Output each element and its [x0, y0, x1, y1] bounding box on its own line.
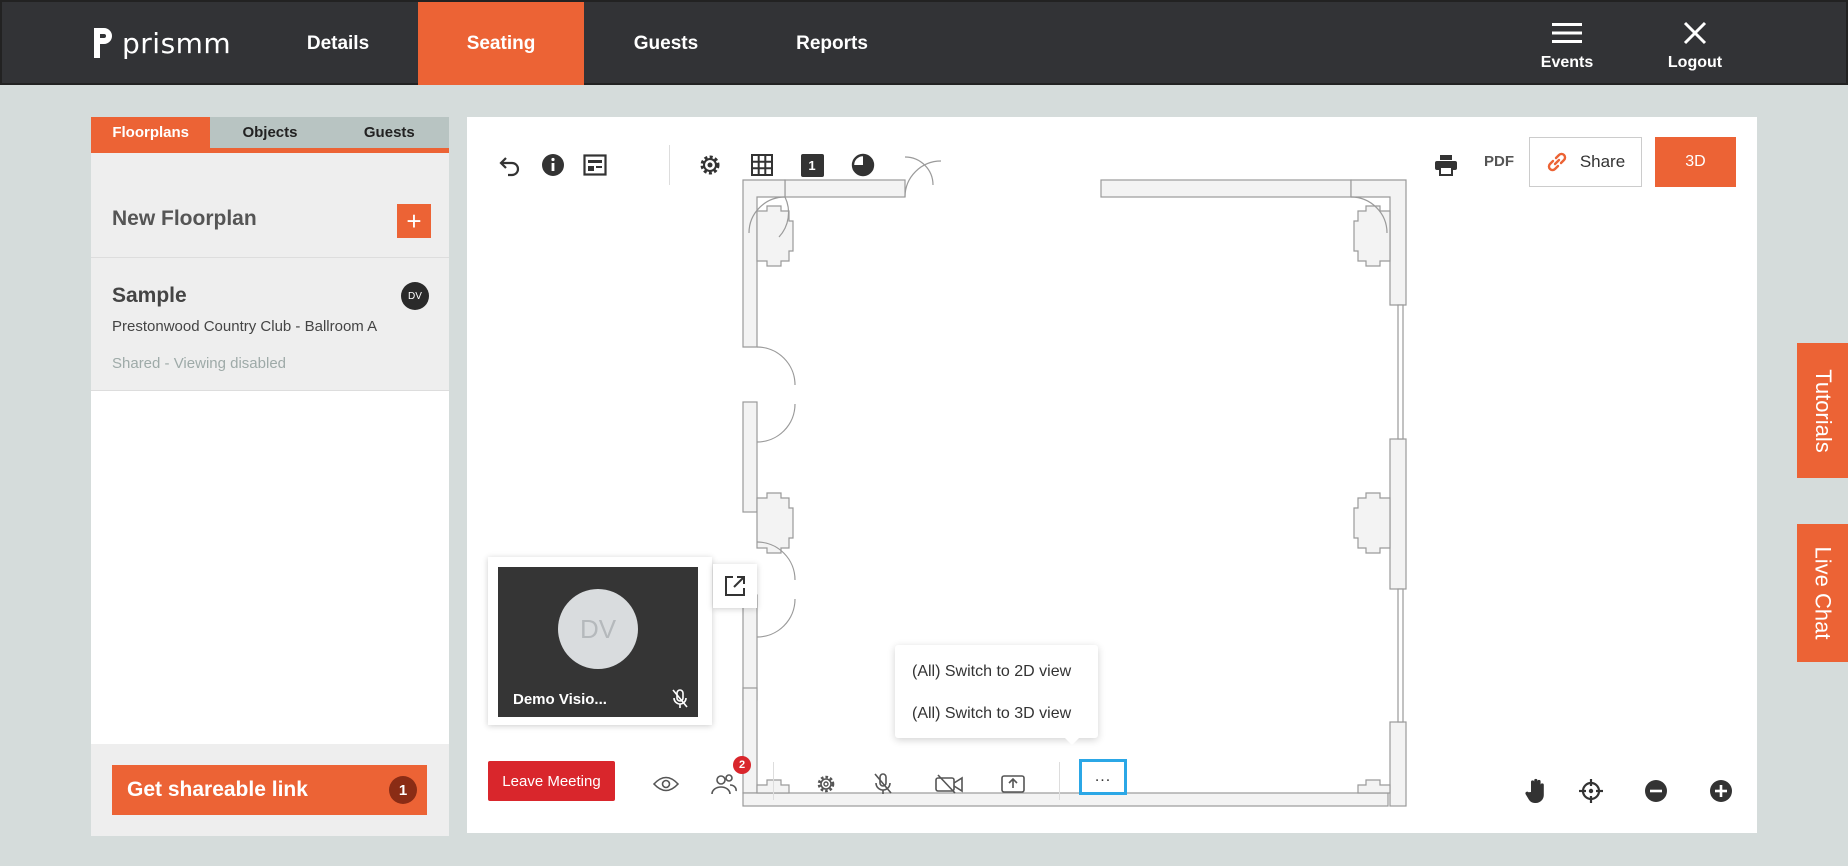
- hamburger-menu-icon: [1512, 18, 1622, 48]
- events-button[interactable]: Events: [1512, 18, 1622, 72]
- layer-number: 1: [800, 153, 824, 177]
- new-floorplan-label: New Floorplan: [112, 207, 257, 230]
- participant-count-badge: 2: [733, 756, 751, 774]
- print-button[interactable]: [1431, 150, 1461, 180]
- floorplan-share-status: Shared - Viewing disabled: [112, 355, 287, 372]
- info-icon: [542, 154, 564, 176]
- video-tile: DV Demo Visio...: [488, 557, 712, 725]
- share-count-badge: 1: [389, 776, 417, 804]
- get-shareable-link-button[interactable]: Get shareable link 1: [112, 765, 427, 815]
- floorplan-location: Prestonwood Country Club - Ballroom A: [112, 318, 378, 335]
- floorplan-name: Sample: [112, 284, 187, 307]
- layout-button[interactable]: [580, 150, 610, 180]
- more-options-button[interactable]: ...: [1079, 759, 1127, 795]
- floorplan-item[interactable]: Sample DV Prestonwood Country Club - Bal…: [91, 258, 449, 391]
- pie-chart-icon: [851, 153, 875, 177]
- left-panel-tabs: Floorplans Objects Guests: [91, 117, 449, 153]
- floorplan-canvas[interactable]: 1 PDF Share 3D DV Demo Visio... Leave Me…: [467, 117, 1757, 833]
- settings-button[interactable]: [695, 150, 725, 180]
- nav-guests[interactable]: Guests: [596, 2, 736, 85]
- layer-number-button[interactable]: 1: [797, 150, 827, 180]
- hand-icon: [1525, 778, 1544, 803]
- logout-label: Logout: [1667, 54, 1723, 71]
- prismm-logo[interactable]: prismm: [92, 26, 231, 60]
- logo-text: prismm: [122, 26, 232, 60]
- share-button[interactable]: Share: [1529, 137, 1642, 187]
- more-options-menu: (All) Switch to 2D view (All) Switch to …: [895, 645, 1098, 745]
- logout-button[interactable]: Logout: [1640, 18, 1750, 72]
- meeting-settings-button[interactable]: [810, 770, 842, 798]
- tab-objects[interactable]: Objects: [210, 117, 329, 148]
- meeting-divider: [773, 762, 774, 800]
- toolbar-divider: [669, 145, 670, 185]
- menu-item-switch-2d[interactable]: (All) Switch to 2D view: [912, 663, 1071, 681]
- zoom-in-button[interactable]: [1705, 777, 1737, 805]
- camera-button[interactable]: [933, 770, 965, 798]
- ballroom-floorplan: [742, 156, 1407, 807]
- meeting-divider: [1059, 762, 1060, 800]
- view-button[interactable]: [650, 770, 682, 798]
- events-label: Events: [1540, 54, 1594, 71]
- center-button[interactable]: [1575, 777, 1607, 805]
- nav-reports[interactable]: Reports: [762, 2, 902, 85]
- floorplans-panel: Floorplans Objects Guests New Floorplan …: [91, 117, 449, 836]
- plus-circle-icon: [1710, 780, 1732, 802]
- live-chat-label: Live Chat: [1810, 546, 1836, 640]
- grid-button[interactable]: [747, 150, 777, 180]
- zoom-out-button[interactable]: [1640, 777, 1672, 805]
- share-screen-button[interactable]: [997, 770, 1029, 798]
- tutorials-tab[interactable]: Tutorials: [1797, 343, 1848, 478]
- tab-floorplans[interactable]: Floorplans: [91, 117, 211, 148]
- pan-button[interactable]: [1520, 777, 1552, 805]
- tab-guests[interactable]: Guests: [330, 117, 449, 148]
- mute-button[interactable]: [867, 770, 899, 798]
- microphone-muted-icon: [874, 773, 892, 794]
- eye-icon: [653, 776, 679, 792]
- undo-icon: [499, 157, 520, 177]
- printer-icon: [1435, 155, 1457, 176]
- minus-circle-icon: [1645, 780, 1667, 802]
- avatar: DV: [401, 282, 429, 310]
- participant-name: Demo Visio...: [513, 691, 607, 708]
- microphone-muted-icon: [672, 689, 688, 708]
- share-label: Share: [1579, 152, 1626, 171]
- prismm-logo-icon: [94, 28, 112, 58]
- pdf-button[interactable]: PDF: [1484, 153, 1514, 170]
- participant-avatar: DV: [558, 589, 638, 669]
- participant-video[interactable]: DV Demo Visio...: [498, 567, 698, 717]
- camera-off-icon: [935, 774, 963, 794]
- left-panel-footer: Get shareable link 1: [91, 744, 449, 836]
- top-nav-bar: prismm Details Seating Guests Reports Ev…: [0, 0, 1848, 85]
- nav-seating[interactable]: Seating: [418, 2, 584, 85]
- live-chat-tab[interactable]: Live Chat: [1797, 524, 1848, 662]
- grid-icon: [751, 154, 773, 176]
- expand-icon: [725, 576, 745, 596]
- crosshair-icon: [1579, 779, 1603, 803]
- expand-video-button[interactable]: [713, 564, 757, 608]
- participants-button[interactable]: [707, 770, 739, 798]
- layout-icon: [583, 154, 607, 176]
- tutorials-label: Tutorials: [1810, 368, 1836, 453]
- info-button[interactable]: [538, 150, 568, 180]
- add-floorplan-button[interactable]: +: [397, 204, 431, 238]
- close-icon: [1640, 18, 1750, 48]
- undo-button[interactable]: [495, 150, 525, 180]
- link-icon: [1547, 152, 1567, 172]
- nav-details[interactable]: Details: [268, 2, 408, 85]
- floorplan-list: New Floorplan + Sample DV Prestonwood Co…: [91, 153, 449, 391]
- gear-icon: [817, 775, 835, 793]
- 3d-button[interactable]: 3D: [1655, 137, 1736, 187]
- screen-share-icon: [1001, 775, 1025, 793]
- new-floorplan-row: New Floorplan +: [91, 153, 449, 258]
- menu-item-switch-3d[interactable]: (All) Switch to 3D view: [912, 705, 1071, 723]
- stats-button[interactable]: [848, 150, 878, 180]
- participants-icon: [711, 774, 737, 795]
- leave-meeting-button[interactable]: Leave Meeting: [488, 761, 615, 801]
- gear-icon: [700, 155, 720, 175]
- get-shareable-link-label: Get shareable link: [127, 778, 308, 801]
